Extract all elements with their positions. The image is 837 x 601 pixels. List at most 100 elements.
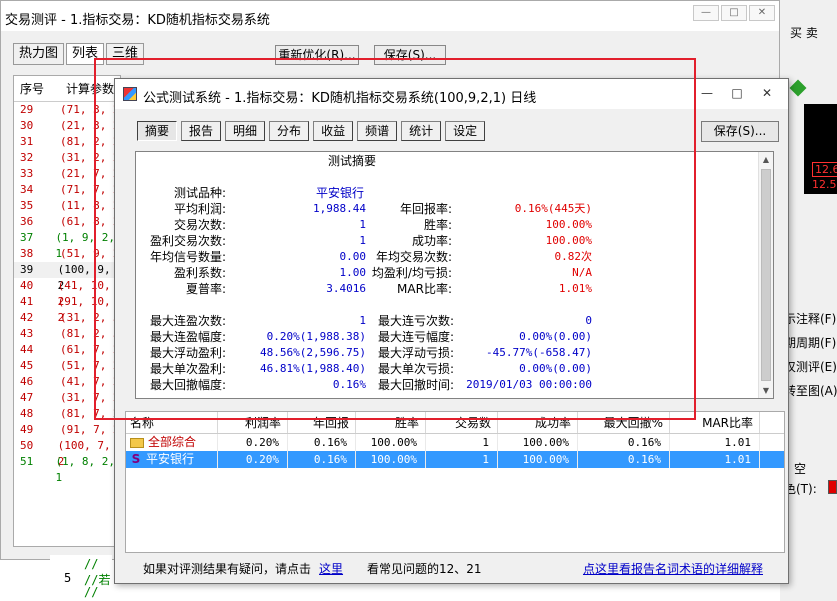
list-item[interactable]: 51 (1, 8, 2, 1 [14, 454, 120, 484]
table-row[interactable]: S 平安银行 0.20% 0.16% 100.00% 1 100.00% 0.1… [126, 451, 784, 468]
tab-detail[interactable]: 明细 [225, 121, 266, 141]
tab-report[interactable]: 报告 [181, 121, 222, 141]
col-trades[interactable]: 交易数 [426, 412, 498, 433]
list-item[interactable]: 36 (61, 8, 2 [14, 214, 120, 230]
list-item[interactable]: 48 (81, 7, 2 [14, 406, 120, 422]
save-button[interactable]: 保存(S)... [701, 121, 779, 142]
list-item-index: 34 [20, 183, 34, 196]
scroll-up-icon[interactable]: ▲ [759, 152, 773, 167]
tab-3d[interactable]: 三维 [106, 43, 145, 65]
cell-trades: 1 [426, 451, 498, 468]
col-success[interactable]: 成功率 [498, 412, 578, 433]
reoptimize-button[interactable]: 重新优化(R)... [275, 45, 359, 65]
list-item-index: 36 [20, 215, 34, 228]
annual-trades-value: 0.82次 [554, 250, 593, 263]
list-item[interactable]: 30 (21, 3, 2 [14, 118, 120, 134]
color-swatch[interactable] [828, 480, 837, 494]
formula-test-dialog: 公式测试系统 - 1.指标交易：KD随机指标交易系统(100,9,2,1) 日线… [114, 78, 789, 584]
col-annual[interactable]: 年回报 [288, 412, 356, 433]
col-drawdown[interactable]: 最大回撤% [578, 412, 670, 433]
profit-trades-label: 盈利交易次数: [149, 234, 226, 248]
list-item[interactable]: 46 (41, 7, 2 [14, 374, 120, 390]
summary-scrollbar[interactable]: ▲ ▼ [758, 152, 773, 398]
summary-panel: 测试摘要 测试品种: 平安银行 平均利润: 1,988.44 交易次数: 1 盈… [135, 151, 774, 399]
here-link[interactable]: 这里 [319, 560, 343, 577]
trade-menu[interactable]: 买 卖 [790, 24, 818, 41]
max-single-loss-label: 最大单次亏损: [377, 362, 454, 376]
results-header: 名称 利润率 年回报 胜率 交易数 成功率 最大回撤% MAR比率 [126, 412, 784, 434]
list-item-params: (100, 7, 2 [57, 439, 111, 468]
sharpe-value: 3.4016 [326, 282, 366, 295]
maximize-icon[interactable]: □ [722, 83, 752, 103]
list-item[interactable]: 45 (51, 7, 2 [14, 358, 120, 374]
max-float-profit-value: 48.56%(2,596.75) [260, 346, 366, 359]
max-drawdown-time-label: 最大回撤时间: [377, 378, 454, 392]
scroll-thumb[interactable] [761, 169, 771, 381]
stock-s-icon: S [131, 452, 141, 466]
menu-show-notes[interactable]: 示注释(F) [784, 310, 836, 327]
col-mar[interactable]: MAR比率 [670, 412, 760, 433]
list-item[interactable]: 44 (61, 7, 2 [14, 342, 120, 358]
list-item[interactable]: 39 (100, 9, 2 [14, 262, 120, 292]
tab-empty[interactable]: 空 [794, 460, 806, 477]
list-item[interactable]: 49 (91, 7, 2 [14, 422, 120, 438]
back-save-button[interactable]: 保存(S)... [374, 45, 446, 65]
list-item[interactable]: 37 (1, 9, 2, 1 [14, 230, 120, 260]
list-item-params: (81, 2, 2 [60, 135, 120, 148]
list-item-index: 38 [20, 247, 34, 260]
max-drawdown-label: 最大回撤幅度: [149, 378, 226, 392]
glossary-link[interactable]: 点这里看报告名词术语的详细解释 [583, 560, 763, 577]
tab-distribution[interactable]: 分布 [269, 121, 310, 141]
tab-heatmap[interactable]: 热力图 [13, 43, 65, 65]
win-rate-value: 100.00% [545, 218, 592, 231]
minimize-icon[interactable]: — [693, 5, 719, 21]
list-item-index: 35 [20, 199, 34, 212]
list-item[interactable]: 42 (31, 2, 5 [14, 310, 120, 326]
tab-spectrum[interactable]: 频谱 [357, 121, 398, 141]
list-item[interactable]: 43 (81, 2, 5 [14, 326, 120, 342]
scroll-down-icon[interactable]: ▼ [759, 383, 773, 398]
report-tabs: 摘要 报告 明细 分布 收益 频谱 统计 设定 [137, 121, 489, 141]
list-item[interactable]: 32 (31, 2, 2 [14, 150, 120, 166]
tab-list[interactable]: 列表 [66, 43, 105, 65]
menu-goto-chart[interactable]: 转至图(A) [784, 382, 837, 399]
list-item[interactable]: 38 (51, 9, 2 [14, 246, 120, 262]
list-item[interactable]: 34 (71, 7, 2 [14, 182, 120, 198]
list-item[interactable]: 47 (31, 7, 2 [14, 390, 120, 406]
close-icon[interactable]: ✕ [752, 83, 782, 103]
list-item[interactable]: 40 (41, 10, 2 [14, 278, 120, 308]
code-line-1: // [84, 557, 99, 571]
profit-factor-value: 1.00 [339, 266, 367, 279]
col-name[interactable]: 名称 [126, 412, 218, 433]
col-params[interactable]: 计算参数 [60, 76, 114, 101]
code-line-3: // [84, 585, 99, 599]
dialog-controls: — □ ✕ [692, 83, 782, 103]
maximize-icon[interactable]: □ [721, 5, 747, 21]
cell-drawdown: 0.16% [578, 434, 670, 451]
footer-faq: 看常见问题的12、21 [367, 561, 482, 576]
list-item[interactable]: 41 (91, 10, 2 [14, 294, 120, 324]
list-item[interactable]: 33 (21, 7, 2 [14, 166, 120, 182]
list-item[interactable]: 35 (11, 8, 2 [14, 198, 120, 214]
col-index[interactable]: 序号 [14, 76, 60, 101]
col-profit[interactable]: 利润率 [218, 412, 288, 433]
list-item-index: 47 [20, 391, 34, 404]
close-icon[interactable]: ✕ [749, 5, 775, 21]
list-item-index: 40 [20, 279, 34, 292]
tab-settings[interactable]: 设定 [445, 121, 486, 141]
minimize-icon[interactable]: — [692, 83, 722, 103]
tab-statistics[interactable]: 统计 [401, 121, 442, 141]
menu-evaluate[interactable]: 叹测评(E) [784, 358, 837, 375]
max-drawdown-time-value: 2019/01/03 00:00:00 [466, 378, 592, 391]
tab-profit[interactable]: 收益 [313, 121, 354, 141]
tab-summary[interactable]: 摘要 [137, 121, 178, 141]
menu-period[interactable]: 期周期(F) [784, 334, 836, 351]
list-item[interactable]: 50 (100, 7, 2 [14, 438, 120, 468]
col-win[interactable]: 胜率 [356, 412, 426, 433]
list-item[interactable]: 31 (81, 2, 2 [14, 134, 120, 150]
list-item-index: 33 [20, 167, 34, 180]
table-row[interactable]: 全部综合 0.20% 0.16% 100.00% 1 100.00% 0.16%… [126, 434, 784, 451]
list-item[interactable]: 29 (71, 3, 2 [14, 102, 120, 118]
row-name-cell: 全部综合 [126, 434, 218, 451]
success-rate-value: 100.00% [545, 234, 592, 247]
